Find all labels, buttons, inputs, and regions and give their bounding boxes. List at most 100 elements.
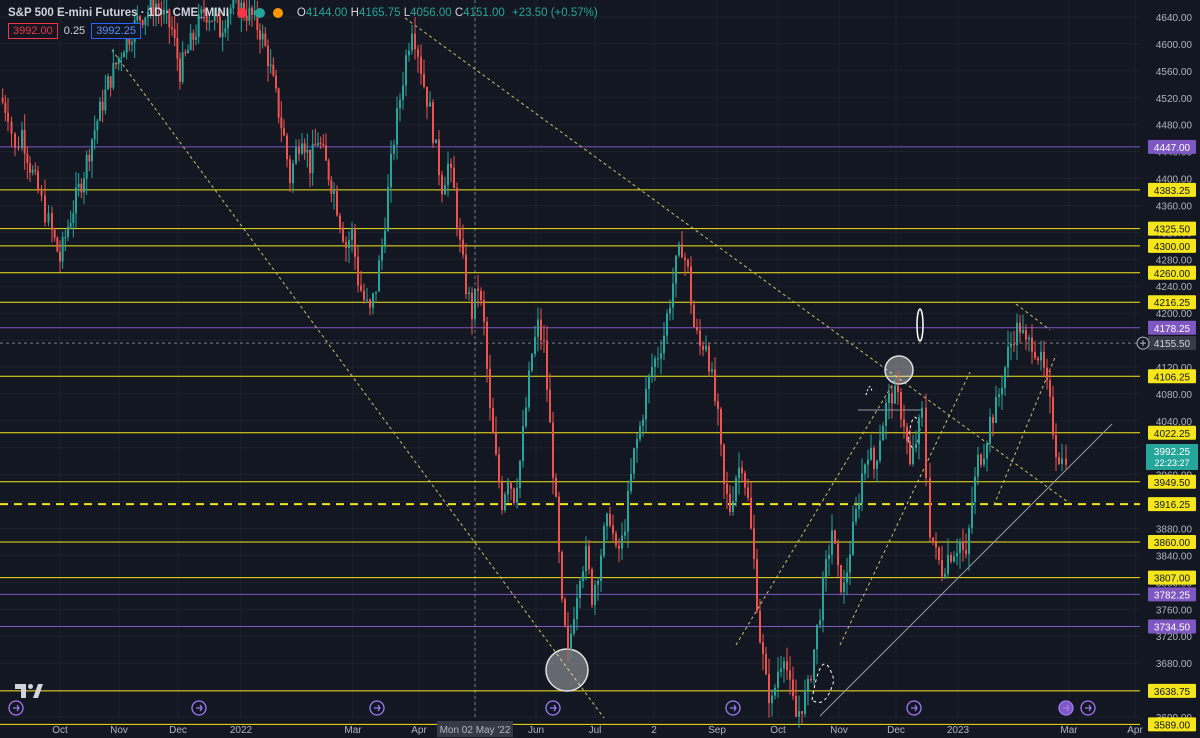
tradingview-logo-icon[interactable]	[14, 680, 44, 702]
candle-body	[813, 649, 815, 681]
candle-up[interactable]	[435, 139, 437, 144]
candle-body	[576, 597, 578, 620]
candle-up[interactable]	[603, 522, 605, 559]
x-tick-label: Sep	[708, 725, 726, 736]
candle-body	[311, 144, 314, 174]
y-tick-label: 3840.00	[1156, 551, 1193, 562]
candle-body	[935, 542, 937, 548]
candlestick-chart[interactable]: 4640.004600.004560.004520.004480.004440.…	[0, 0, 1200, 738]
candle-body	[29, 163, 31, 173]
x-tick-label: Apr	[1127, 725, 1143, 736]
x-tick-label: Mon 02 May '22	[440, 725, 511, 736]
candle-body	[627, 491, 629, 532]
ohlc-values: O4144.00 H4165.75 L4056.00 C4151.00 +23.…	[296, 7, 598, 19]
candle-body	[85, 154, 88, 179]
symbol-title[interactable]: S&P 500 E-mini Futures · 1D · CME_MINI	[8, 7, 229, 19]
x-tick-label: Mar	[1060, 725, 1078, 736]
candle-up[interactable]	[378, 255, 380, 292]
candle-body	[387, 187, 389, 231]
circle-marker[interactable]	[884, 355, 914, 385]
market-status-icon[interactable]	[254, 8, 265, 18]
candle-body	[876, 460, 878, 469]
candle-body	[303, 143, 306, 153]
candle-body	[735, 478, 737, 502]
candle-body	[489, 368, 491, 409]
candle-body	[765, 654, 767, 675]
candle-body	[744, 473, 746, 488]
candle-body	[998, 394, 1000, 397]
candle-body	[375, 291, 377, 294]
candle-up[interactable]	[504, 491, 506, 513]
candle-body	[88, 154, 91, 162]
candle-down[interactable]	[564, 596, 566, 628]
candle-body	[173, 29, 176, 38]
candle-down[interactable]	[840, 564, 842, 595]
candle-body	[1001, 387, 1003, 395]
candle-up[interactable]	[531, 352, 533, 373]
candle-body	[678, 244, 680, 256]
price-level-label: 4022.25	[1154, 429, 1191, 440]
candle-body	[660, 353, 662, 359]
y-tick-label: 4280.00	[1156, 255, 1193, 266]
candle-body	[330, 180, 333, 194]
candle-body	[462, 239, 464, 255]
candle-down[interactable]	[432, 99, 434, 149]
candle-body	[663, 335, 665, 354]
candle-body	[648, 375, 650, 389]
candle-body	[606, 513, 608, 527]
candle-body	[93, 130, 96, 140]
candle-down[interactable]	[56, 236, 59, 253]
circle-marker[interactable]	[545, 648, 589, 692]
candle-body	[267, 45, 269, 67]
buy-button[interactable]: 3992.25	[91, 23, 141, 39]
candle-body	[729, 493, 731, 512]
candle-body	[723, 444, 725, 484]
candle-body	[171, 27, 173, 30]
candle-body	[432, 102, 434, 144]
candle-body	[528, 370, 530, 408]
candle-body	[1019, 322, 1021, 333]
candle-down[interactable]	[561, 550, 563, 603]
candle-body	[306, 149, 309, 153]
candle-body	[885, 403, 887, 426]
candle-body	[552, 422, 554, 478]
candle-body	[408, 50, 410, 56]
candle-body	[47, 212, 50, 223]
candle-body	[795, 696, 797, 717]
candle-body	[858, 503, 860, 510]
candle-body	[10, 121, 13, 134]
sell-button[interactable]: 3992.00	[8, 23, 58, 39]
y-tick-label: 4360.00	[1156, 201, 1193, 212]
candle-up[interactable]	[474, 288, 476, 325]
candle-body	[855, 509, 857, 522]
y-tick-label: 3880.00	[1156, 525, 1193, 536]
candle-body	[1034, 351, 1036, 359]
delayed-data-icon[interactable]	[272, 8, 283, 18]
candle-body	[1055, 435, 1057, 458]
candle-body	[504, 494, 506, 511]
candle-down[interactable]	[708, 342, 710, 377]
candle-body	[64, 236, 67, 238]
candle-body	[783, 661, 785, 669]
candle-body	[438, 139, 440, 176]
candle-body	[633, 448, 635, 474]
candle-body	[471, 292, 473, 320]
candle-down[interactable]	[834, 529, 836, 545]
candle-body	[897, 385, 899, 393]
candle-body	[992, 416, 994, 424]
candle-down[interactable]	[591, 567, 593, 608]
candle-body	[555, 477, 557, 497]
candle-body	[789, 670, 791, 680]
candle-body	[298, 147, 300, 154]
candle-body	[849, 554, 851, 573]
candle-body	[327, 160, 330, 181]
market-status-closed-icon[interactable]	[236, 8, 247, 18]
candle-body	[83, 178, 85, 193]
candle-body	[525, 407, 527, 427]
candle-body	[585, 545, 587, 572]
candle-body	[325, 145, 327, 161]
x-tick-label: 2022	[230, 725, 253, 736]
candle-body	[345, 241, 347, 248]
candle-body	[681, 244, 683, 258]
candle-body	[181, 52, 184, 82]
